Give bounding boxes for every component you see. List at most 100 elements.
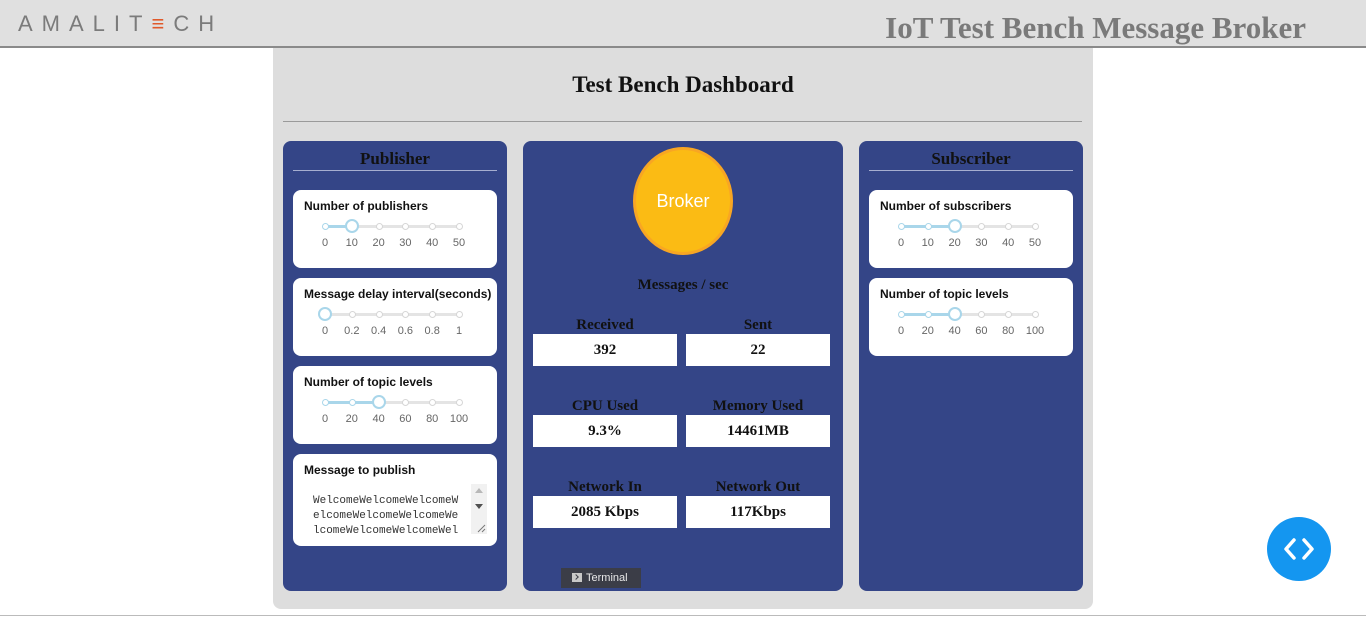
slider-step-dot[interactable]	[1032, 311, 1039, 318]
slider-tick-label: 40	[372, 413, 385, 425]
network-in-label: Network In	[568, 479, 642, 495]
slider-tick-label: 10	[921, 237, 934, 249]
slider-thumb[interactable]	[947, 219, 962, 233]
message-textarea[interactable]: WelcomeWelcomeWelcomeWelcomeWelcomeWelco…	[305, 484, 487, 534]
memory-value: 14461MB	[686, 415, 830, 447]
slider-tick-label: 30	[975, 237, 988, 249]
slider-step-dot[interactable]	[456, 311, 463, 318]
slider-tick-label: 0.2	[344, 325, 360, 337]
slider-step-dot[interactable]	[978, 223, 986, 230]
message-card: Message to publish WelcomeWelcomeWelcome…	[293, 454, 497, 546]
slider-tick-label: 0	[897, 237, 905, 249]
slider-step-dot[interactable]	[429, 399, 437, 406]
publishers-slider[interactable]	[322, 219, 463, 233]
scroll-up-icon[interactable]	[475, 488, 483, 493]
dashboard-title: Test Bench Dashboard	[572, 72, 794, 97]
slider-step-dot[interactable]	[898, 311, 905, 318]
cpu-label: CPU Used	[571, 398, 639, 414]
slider-step-dot[interactable]	[322, 399, 329, 406]
delay-ticks: 0 0.2 0.4 0.6 0.8 1	[322, 325, 465, 339]
slider-tick-label: 40	[426, 237, 439, 249]
delay-slider[interactable]	[318, 307, 463, 321]
subscribers-card: Number of subscribers 0 10 20 30 40 50	[869, 190, 1073, 268]
publishers-ticks: 0 10 20 30 40 50	[321, 237, 466, 251]
slider-tick-label: 0.4	[370, 325, 387, 337]
sub-topic-levels-ticks: 0 20 40 60 80 100	[897, 325, 1045, 339]
slider-thumb[interactable]	[344, 219, 359, 233]
slider-tick-label: 80	[1002, 325, 1015, 337]
delay-label: Message delay interval(seconds)	[304, 287, 492, 301]
slider-tick-label: 1	[455, 325, 463, 337]
sent-value: 22	[686, 334, 830, 366]
sub-topic-levels-label: Number of topic levels	[880, 287, 1009, 301]
message-label: Message to publish	[304, 463, 416, 477]
terminal-label: Terminal	[586, 572, 628, 584]
slider-tick-label: 100	[449, 413, 469, 425]
delay-card: Message delay interval(seconds) 0 0.2 0.4 0…	[293, 278, 497, 356]
slider-step-dot[interactable]	[456, 399, 463, 406]
slider-tick-label: 0	[321, 413, 329, 425]
top-bar: AMALIT≡CH IoT Test Bench Message Broker	[0, 0, 1366, 48]
slider-step-dot[interactable]	[924, 311, 932, 318]
slider-tick-label: 60	[399, 413, 412, 425]
code-toggle-button[interactable]	[1267, 517, 1331, 581]
footer-divider	[0, 615, 1366, 616]
slider-step-dot[interactable]	[375, 311, 383, 318]
slider-step-dot[interactable]	[375, 223, 383, 230]
logo-text-left: AMALIT	[18, 11, 152, 36]
slider-tick-label: 50	[1028, 237, 1042, 249]
terminal-button[interactable]: Terminal	[561, 568, 641, 588]
slider-tick-label: 20	[372, 237, 385, 249]
slider-thumb[interactable]	[318, 307, 332, 321]
slider-step-dot[interactable]	[402, 311, 410, 318]
publishers-label: Number of publishers	[304, 199, 429, 213]
cpu-value: 9.3%	[533, 415, 677, 447]
messages-per-sec-heading: Messages / sec	[637, 277, 729, 293]
publisher-heading: Publisher	[293, 149, 497, 171]
network-out-label: Network Out	[715, 479, 801, 495]
slider-tick-label: 20	[345, 413, 358, 425]
slider-step-dot[interactable]	[402, 399, 410, 406]
network-out-value: 117Kbps	[686, 496, 830, 528]
slider-step-dot[interactable]	[456, 223, 463, 230]
slider-step-dot[interactable]	[429, 223, 437, 230]
slider-tick-label: 30	[399, 237, 412, 249]
subscribers-ticks: 0 10 20 30 40 50	[897, 237, 1042, 251]
logo-accent: ≡	[151, 11, 174, 36]
slider-track[interactable]	[325, 313, 459, 316]
slider-step-dot[interactable]	[924, 223, 932, 230]
slider-step-dot[interactable]	[1005, 311, 1013, 318]
subscribers-label: Number of subscribers	[880, 199, 1012, 213]
slider-step-dot[interactable]	[348, 399, 356, 406]
slider-thumb[interactable]	[371, 395, 386, 409]
slider-tick-label: 40	[948, 325, 961, 337]
broker-panel: Broker Messages / sec Received Sent 392 …	[523, 141, 843, 591]
slider-tick-label: 0	[897, 325, 905, 337]
slider-tick-label: 0.6	[397, 325, 414, 337]
sub-topic-levels-slider[interactable]	[898, 307, 1039, 321]
pub-topic-levels-slider[interactable]	[322, 395, 463, 409]
sent-label: Sent	[743, 317, 773, 333]
broker-badge: Broker	[633, 147, 733, 255]
slider-step-dot[interactable]	[429, 311, 437, 318]
slider-thumb[interactable]	[947, 307, 962, 321]
slider-step-dot[interactable]	[1005, 223, 1013, 230]
memory-label: Memory Used	[712, 398, 804, 414]
resize-grip-icon[interactable]	[476, 523, 486, 533]
code-brackets-icon	[1284, 538, 1314, 560]
slider-tick-label: 80	[426, 413, 439, 425]
slider-tick-label: 20	[921, 325, 934, 337]
slider-step-dot[interactable]	[1032, 223, 1039, 230]
slider-step-dot[interactable]	[348, 311, 356, 318]
scroll-down-icon[interactable]	[475, 504, 483, 509]
slider-tick-label: 100	[1025, 325, 1045, 337]
slider-step-dot[interactable]	[978, 311, 986, 318]
slider-tick-label: 0	[321, 237, 329, 249]
slider-tick-label: 10	[345, 237, 358, 249]
slider-tick-label: 50	[452, 237, 466, 249]
slider-step-dot[interactable]	[402, 223, 410, 230]
slider-step-dot[interactable]	[322, 223, 329, 230]
subscribers-slider[interactable]	[898, 219, 1039, 233]
amalitech-logo: AMALIT≡CH	[18, 11, 223, 37]
slider-step-dot[interactable]	[898, 223, 905, 230]
